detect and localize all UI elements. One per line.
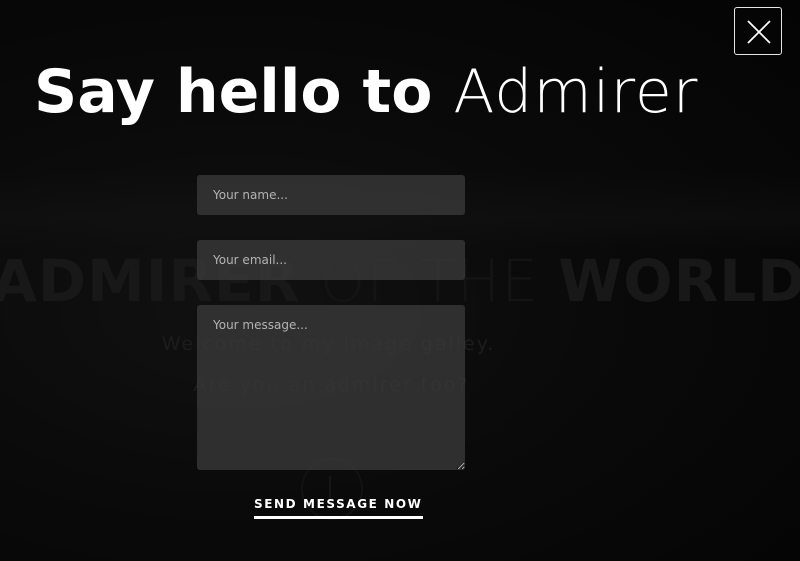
modal-title: Say hello to Admirer	[34, 56, 698, 128]
close-button[interactable]	[734, 7, 782, 55]
contact-modal: Say hello to Admirer SEND MESSAGE NOW	[0, 0, 800, 561]
send-message-button[interactable]: SEND MESSAGE NOW	[254, 497, 423, 519]
message-textarea[interactable]	[197, 305, 465, 470]
close-icon	[747, 20, 771, 44]
name-input[interactable]	[197, 175, 465, 215]
modal-title-strong: Say hello to	[34, 57, 433, 127]
modal-title-light: Admirer	[453, 57, 699, 127]
email-input[interactable]	[197, 240, 465, 280]
page: ADMIRER OF THE WORLD. Welcome to my imag…	[0, 0, 800, 561]
